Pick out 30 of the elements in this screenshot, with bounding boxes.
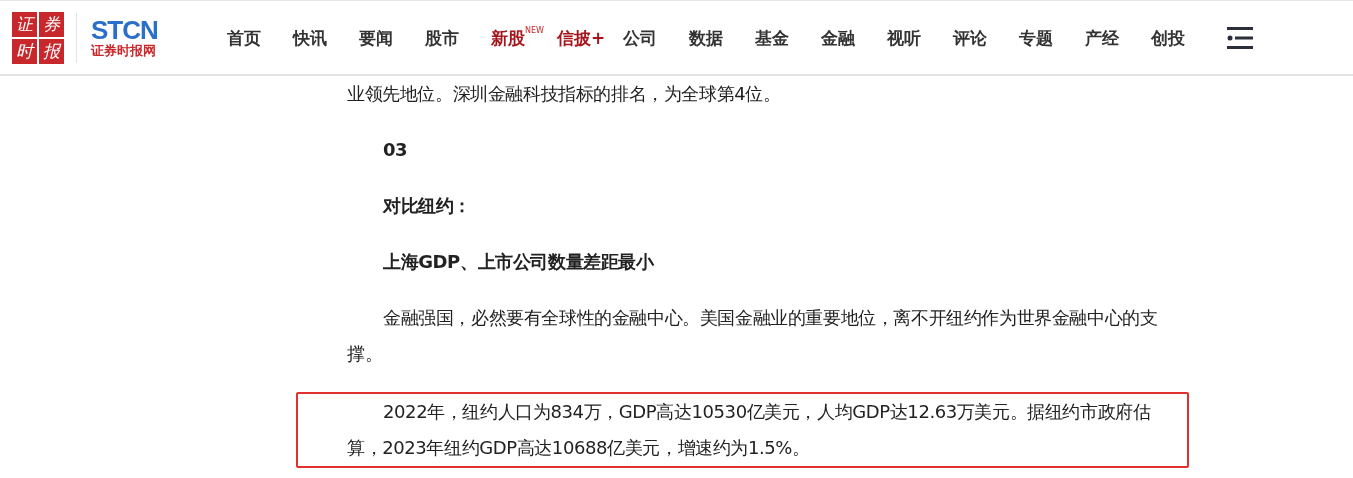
menu-icon[interactable]	[1227, 26, 1253, 49]
nav-link[interactable]: 首页	[227, 25, 293, 50]
logo-seal[interactable]: 证 券 时 报	[12, 11, 64, 64]
nav-link[interactable]: 金融	[821, 25, 887, 50]
paragraph: 业领先地位。深圳金融科技指标的排名，为全球第4位。	[347, 82, 782, 106]
nav-link[interactable]: 评论	[953, 25, 1019, 50]
nav-link[interactable]: 产经	[1085, 25, 1151, 50]
seal-character: 报	[39, 38, 64, 64]
site-name: 证券时报网	[91, 42, 156, 59]
nav-link[interactable]: 快讯	[293, 25, 359, 50]
brand-logo[interactable]: STCN	[91, 16, 158, 43]
nav-link[interactable]: 信披+	[557, 25, 623, 50]
new-label: NEW	[525, 25, 544, 35]
nav-link[interactable]: 专题	[1019, 25, 1085, 50]
section-heading: 上海GDP、上市公司数量差距最小	[382, 250, 655, 274]
paragraph: 2022年，纽约人口为834万，GDP高达10530亿美元，人均GDP达12.63万美元。据纽约市政府估算，2023年纽约GDP高达10688亿美元，增速约为1.5%。	[347, 400, 1152, 460]
nav-link[interactable]: 基金	[755, 25, 821, 50]
nav-link[interactable]: 新股$^{NEW}$	[491, 25, 557, 50]
nav-link[interactable]: 视听	[887, 25, 953, 50]
seal-character: 券	[39, 11, 64, 37]
paragraph: 金融强国，必然要有全球性的金融中心。美国金融业的重要地位，离不开纽约作为世界金融中心的支撑。	[347, 306, 1159, 366]
nav-link[interactable]: 创投	[1151, 25, 1217, 50]
nav-link[interactable]: 公司	[623, 25, 689, 50]
nav-link[interactable]: 要闻	[359, 25, 425, 50]
seal-character: 证	[12, 11, 37, 37]
section-heading: 03	[382, 138, 409, 162]
nav-link[interactable]: 数据	[689, 25, 755, 50]
seal-character: 时	[12, 38, 37, 64]
section-heading: 对比纽约：	[381, 194, 472, 218]
nav-link[interactable]: 股市	[425, 25, 491, 50]
